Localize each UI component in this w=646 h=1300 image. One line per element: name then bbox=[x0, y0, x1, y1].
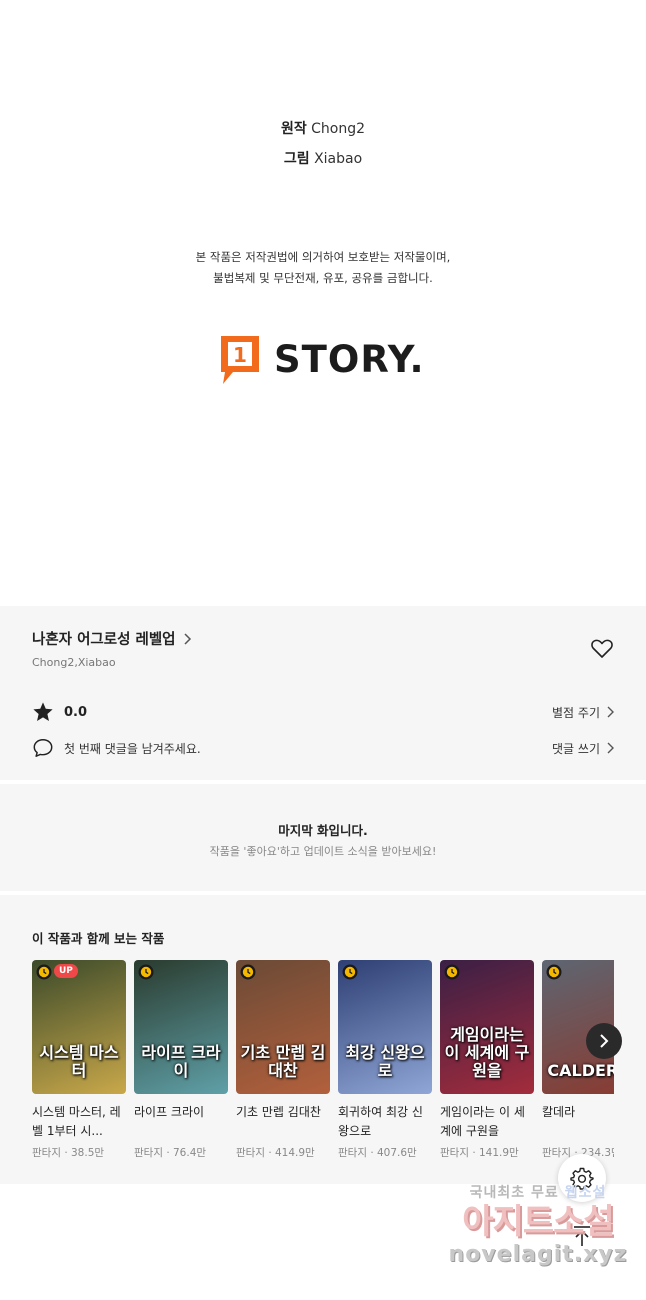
watermark: 국내최초 무료 웹소설 아지트소설 novelagit.xyz bbox=[440, 1182, 636, 1282]
cover-title-text: 게임이라는 이 세계에 구원을 bbox=[444, 1025, 530, 1080]
recommendation-meta: 판타지 · 141.9만 bbox=[440, 1147, 519, 1159]
cover-image: 라이프 크라이 bbox=[134, 960, 228, 1094]
cover-image: 시스템 마스터 UP bbox=[32, 960, 126, 1094]
recommendations-panel: 이 작품과 함께 보는 작품 시스템 마스터 UP 시스템 마스터, 레벨 1부터 … bbox=[0, 895, 646, 1184]
cover-title-text: 라이프 크라이 bbox=[141, 1043, 221, 1080]
recommendation-title: 시스템 마스터, 레벨 1부터 시... bbox=[32, 1105, 121, 1138]
recommendation-meta: 판타지 · 414.9만 bbox=[236, 1147, 315, 1159]
recommendation-meta: 판타지 · 76.4만 bbox=[134, 1147, 207, 1159]
wait-free-clock-icon bbox=[240, 964, 256, 980]
watermark-line-1a: 국내최초 무료 bbox=[469, 1185, 559, 1201]
recommendations-list: 시스템 마스터 UP 시스템 마스터, 레벨 1부터 시... 판타지 · 38.5만… bbox=[32, 960, 614, 1170]
recommendation-meta: 판타지 · 38.5만 bbox=[32, 1147, 105, 1159]
watermark-line-2: 아지트소설 bbox=[462, 1202, 614, 1242]
watermark-line-1: 국내최초 무료 웹소설 bbox=[440, 1182, 636, 1202]
series-authors: Chong2,Xiabao bbox=[32, 656, 116, 669]
scroll-to-top-button[interactable] bbox=[558, 1212, 606, 1260]
carousel-next-button[interactable] bbox=[586, 1023, 622, 1059]
wait-free-clock-icon bbox=[342, 964, 358, 980]
recommendation-title: 게임이라는 이 세계에 구원을 bbox=[440, 1105, 525, 1138]
settings-button[interactable] bbox=[558, 1154, 606, 1202]
heart-icon[interactable] bbox=[590, 636, 614, 660]
logo-mark-number: 1 bbox=[233, 343, 247, 367]
comment-bubble-icon bbox=[33, 739, 53, 757]
cover-title-text: 시스템 마스터 bbox=[39, 1043, 119, 1080]
cover-image: 최강 신왕으로 bbox=[338, 960, 432, 1094]
wait-free-clock-icon bbox=[546, 964, 562, 980]
original-label: 원작 bbox=[280, 121, 307, 137]
chevron-right-icon bbox=[607, 742, 614, 754]
cover-title-text: 최강 신왕으로 bbox=[345, 1043, 425, 1080]
rate-button[interactable]: 별점 주기 bbox=[552, 704, 614, 721]
cover-image: 기초 만렙 김대찬 bbox=[236, 960, 330, 1094]
story-logo: 1 STORY. bbox=[219, 334, 425, 386]
last-episode-title: 마지막 화입니다. bbox=[278, 823, 368, 838]
credits: 원작 Chong2 그림 Xiabao bbox=[0, 114, 646, 174]
wait-free-clock-icon bbox=[36, 964, 52, 980]
chevron-right-icon bbox=[600, 1034, 609, 1048]
series-info-panel: 나혼자 어그로성 레벨업 Chong2,Xiabao 0.0 별점 주기 첫 번… bbox=[0, 606, 646, 780]
cover-title-text: 기초 만렙 김대찬 bbox=[240, 1043, 326, 1080]
write-comment-button[interactable]: 댓글 쓰기 bbox=[552, 740, 614, 757]
wait-free-clock-icon bbox=[138, 964, 154, 980]
arrow-up-icon bbox=[574, 1226, 590, 1246]
logo-wordmark: STORY. bbox=[274, 338, 425, 381]
art-label: 그림 bbox=[283, 151, 310, 167]
recommendation-card[interactable]: 라이프 크라이 라이프 크라이 판타지 · 76.4만 bbox=[134, 960, 228, 1160]
star-icon bbox=[33, 702, 53, 721]
recommendation-meta: 판타지 · 407.6만 bbox=[338, 1147, 417, 1159]
recommendation-card[interactable]: 게임이라는 이 세계에 구원을 게임이라는 이 세계에 구원을 판타지 · 141.… bbox=[440, 960, 534, 1160]
rating-score: 0.0 bbox=[64, 704, 88, 720]
recommendation-card[interactable]: 기초 만렙 김대찬 기초 만렙 김대찬 판타지 · 414.9만 bbox=[236, 960, 330, 1160]
recommendation-card[interactable]: CALDERA칼데라판타지 · 234.3만 bbox=[542, 960, 614, 1160]
recommendation-card[interactable]: 최강 신왕으로회귀하여 최강 신왕으로판타지 · 407.6만 bbox=[338, 960, 432, 1160]
watermark-line-3: novelagit.xyz bbox=[448, 1242, 628, 1267]
notice-line-1: 본 작품은 저작권법에 의거하여 보호받는 저작물이며, bbox=[195, 250, 451, 264]
recommendation-title: 라이프 크라이 bbox=[134, 1105, 205, 1119]
cover-title-text: CALDERA bbox=[547, 1061, 614, 1080]
art-author: Xiabao bbox=[314, 151, 363, 167]
art-credit: 그림 Xiabao bbox=[0, 144, 646, 174]
rating-row: 0.0 별점 주기 bbox=[32, 700, 614, 724]
chevron-right-icon bbox=[183, 632, 191, 645]
write-comment-label: 댓글 쓰기 bbox=[552, 741, 600, 756]
copyright-notice: 본 작품은 저작권법에 의거하여 보호받는 저작물이며, 불법복제 및 무단전재… bbox=[0, 247, 646, 289]
recommendation-title: 기초 만렙 김대찬 bbox=[236, 1105, 321, 1119]
recommendation-title: 칼데라 bbox=[542, 1105, 576, 1119]
recommendation-title: 회귀하여 최강 신왕으로 bbox=[338, 1105, 423, 1138]
last-episode-panel: 마지막 화입니다. 작품을 '좋아요'하고 업데이트 소식을 받아보세요! bbox=[0, 784, 646, 891]
cover-image: 게임이라는 이 세계에 구원을 bbox=[440, 960, 534, 1094]
last-episode-subtitle: 작품을 '좋아요'하고 업데이트 소식을 받아보세요! bbox=[209, 845, 437, 858]
recommendation-card[interactable]: 시스템 마스터 UP 시스템 마스터, 레벨 1부터 시... 판타지 · 38.5만 bbox=[32, 960, 126, 1160]
recommendations-heading: 이 작품과 함께 보는 작품 bbox=[32, 931, 165, 946]
wait-free-clock-icon bbox=[444, 964, 460, 980]
chevron-right-icon bbox=[607, 706, 614, 718]
up-badge: UP bbox=[54, 964, 78, 978]
comment-row: 첫 번째 댓글을 남겨주세요. 댓글 쓰기 bbox=[32, 736, 614, 760]
original-author: Chong2 bbox=[311, 121, 366, 137]
logo-mark-icon: 1 bbox=[221, 336, 259, 384]
comment-prompt: 첫 번째 댓글을 남겨주세요. bbox=[64, 741, 201, 756]
gear-icon bbox=[570, 1167, 594, 1190]
rate-label: 별점 주기 bbox=[552, 705, 600, 720]
notice-line-2: 불법복제 및 무단전재, 유포, 공유를 금합니다. bbox=[213, 271, 433, 285]
original-credit: 원작 Chong2 bbox=[0, 114, 646, 144]
series-title: 나혼자 어그로성 레벨업 bbox=[32, 632, 176, 648]
series-title-link[interactable]: 나혼자 어그로성 레벨업 bbox=[32, 628, 192, 649]
